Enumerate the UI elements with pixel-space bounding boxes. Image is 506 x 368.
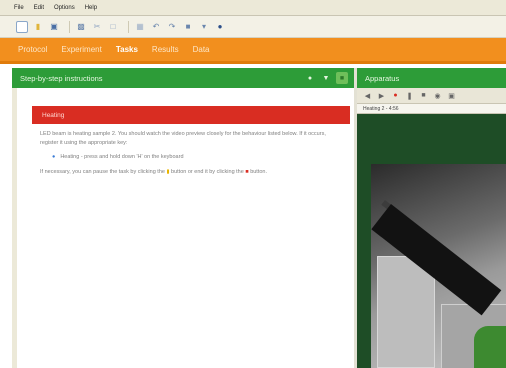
copy-icon[interactable]: □ [107, 21, 119, 33]
paragraph-2-prefix: If necessary, you can pause the task by … [40, 168, 165, 175]
apparatus-toolbar: ◀ ▶ ● ❚ ■ ◉ ▣ [357, 88, 506, 104]
instructions-panel: Step-by-step instructions ● ▼ ■ Heating … [12, 68, 354, 368]
minimize-icon[interactable]: ● [304, 72, 316, 84]
panel-scrollbar[interactable] [12, 88, 17, 368]
settings-icon[interactable]: ▾ [198, 21, 210, 33]
panel-header-buttons: ● ▼ ■ [300, 72, 348, 84]
main-nav: Protocol Experiment Tasks Results Data [0, 38, 506, 64]
nav-protocol[interactable]: Protocol [18, 45, 47, 54]
paragraph-2-suffix: button. [250, 168, 268, 175]
menu-file[interactable]: File [14, 5, 24, 11]
nav-results[interactable]: Results [152, 45, 179, 54]
zoom-icon[interactable]: ◉ [433, 91, 442, 100]
pause-icon[interactable]: ❚ [405, 91, 414, 100]
stop-icon[interactable]: ■ [419, 91, 428, 100]
open-folder-icon[interactable]: ▮ [32, 21, 44, 33]
undo-icon[interactable]: ↶ [150, 21, 162, 33]
rewind-icon[interactable]: ◀ [363, 91, 372, 100]
print-icon[interactable]: ▩ [75, 21, 87, 33]
play-icon[interactable]: ▶ [377, 91, 386, 100]
stop-icon[interactable]: ■ [182, 21, 194, 33]
paste-icon[interactable]: ▦ [134, 21, 146, 33]
toolbar-divider [128, 20, 129, 33]
instructions-paragraph-1: LED beam is heating sample 2. You should… [40, 131, 326, 146]
pause-icon: ▮ [166, 168, 170, 175]
save-icon[interactable]: ▣ [48, 21, 60, 33]
warning-banner: Heating [32, 106, 350, 124]
instructions-panel-header: Step-by-step instructions ● ▼ ■ [12, 68, 354, 88]
paragraph-2-mid: button or end it by clicking the [171, 168, 244, 175]
menu-bar: File Edit Options Help [0, 0, 506, 16]
instruction-bullet-text: Heating - press and hold down 'H' on the… [60, 154, 184, 160]
help-icon[interactable]: ● [214, 21, 226, 33]
new-file-icon[interactable] [16, 20, 28, 33]
bullet-icon: ● [52, 154, 56, 160]
main-toolbar: ▮ ▣ ▩ ✂ □ ▦ ↶ ↷ ■ ▾ ● [0, 16, 506, 38]
instructions-text: LED beam is heating sample 2. You should… [40, 130, 338, 182]
cut-icon[interactable]: ✂ [91, 21, 103, 33]
toolbar-divider [69, 20, 70, 33]
restore-icon[interactable]: ▼ [320, 72, 332, 84]
apparatus-status: Heating 2 - 4:56 [357, 104, 506, 114]
instructions-paragraph-2: If necessary, you can pause the task by … [40, 168, 338, 177]
record-icon[interactable]: ● [391, 91, 400, 100]
apparatus-panel-header: Apparatus [357, 68, 506, 88]
nav-experiment[interactable]: Experiment [61, 45, 101, 54]
apparatus-panel-title: Apparatus [365, 73, 400, 83]
stop-icon: ■ [245, 168, 249, 175]
warning-banner-text: Heating [42, 111, 65, 119]
camera-icon[interactable]: ▣ [447, 91, 456, 100]
green-object [474, 326, 506, 368]
menu-help[interactable]: Help [85, 5, 97, 11]
nav-tasks[interactable]: Tasks [116, 45, 138, 54]
instructions-panel-title: Step-by-step instructions [20, 73, 103, 83]
nav-data[interactable]: Data [193, 45, 210, 54]
video-preview[interactable] [371, 164, 506, 368]
apparatus-status-text: Heating 2 - 4:56 [363, 105, 399, 112]
menu-edit[interactable]: Edit [34, 5, 44, 11]
redo-icon[interactable]: ↷ [166, 21, 178, 33]
close-panel-icon[interactable]: ■ [336, 72, 348, 84]
apparatus-panel: Apparatus ◀ ▶ ● ❚ ■ ◉ ▣ Heating 2 - 4:56 [357, 68, 506, 368]
menu-options[interactable]: Options [54, 5, 75, 11]
instruction-bullet: ● Heating - press and hold down 'H' on t… [40, 153, 338, 162]
